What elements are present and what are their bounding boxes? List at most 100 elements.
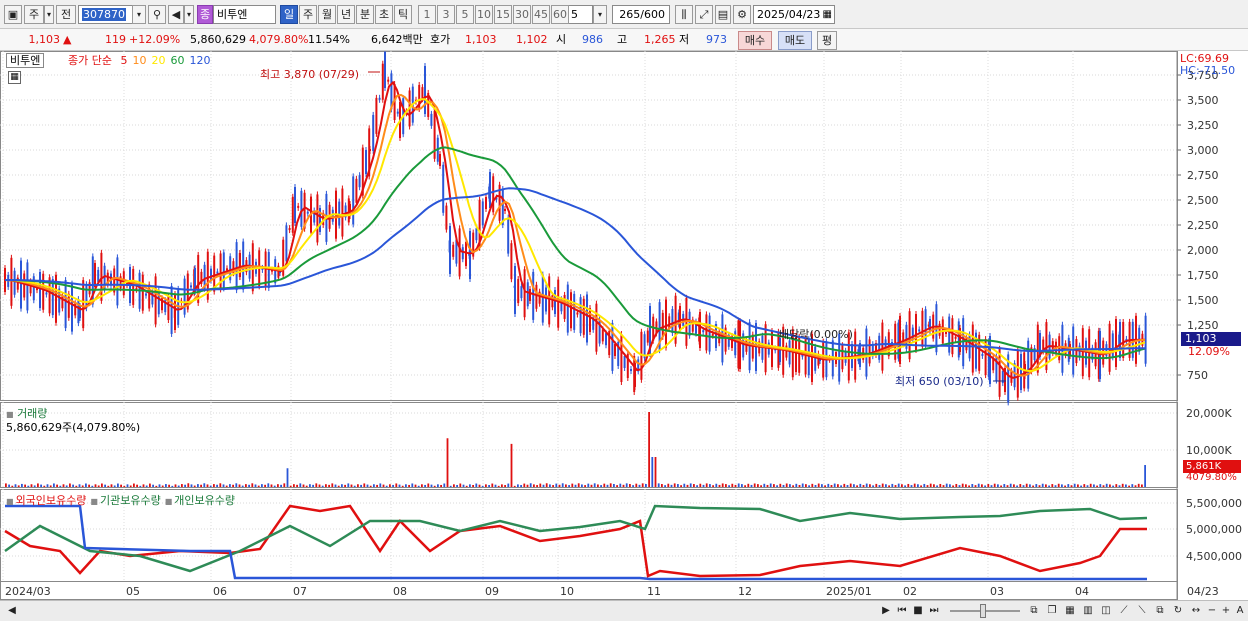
volume-bar	[1128, 485, 1130, 487]
minute-button[interactable]: 15	[494, 5, 512, 24]
rotate-icon[interactable]: ↻	[1170, 603, 1186, 619]
low-annotation: 최저 650 (03/10)	[895, 375, 984, 388]
speaker-dropdown-icon[interactable]: ▾	[184, 5, 194, 24]
search-icon[interactable]: ⚲	[148, 5, 166, 24]
period-dropdown-icon[interactable]: ▾	[44, 5, 54, 24]
trend-alt-icon[interactable]: ⟍	[1134, 603, 1150, 619]
candle-type-icon[interactable]: ⫼	[675, 5, 693, 24]
holding-legend-item[interactable]: 외국인보유수량	[16, 494, 87, 507]
interval-tab[interactable]: 틱	[394, 5, 412, 24]
scroll-right-icon[interactable]: ▶	[878, 603, 894, 619]
save-icon[interactable]: ▤	[715, 5, 731, 24]
volume-bar	[126, 484, 129, 487]
volume-bar	[245, 484, 247, 487]
volume-bar	[581, 484, 583, 487]
ma-legend-item[interactable]: 20	[151, 54, 165, 67]
interval-tab[interactable]: 분	[356, 5, 374, 24]
minute-button[interactable]: 5	[456, 5, 474, 24]
table-view-icon[interactable]: ▦	[8, 71, 21, 84]
ma-legend-item[interactable]: 10	[132, 54, 146, 67]
interval-tab[interactable]: 일	[280, 5, 298, 24]
volume-bar	[846, 485, 849, 487]
minute-select[interactable]: 5	[567, 5, 593, 24]
evaluate-button[interactable]: 평	[817, 31, 837, 50]
minute-button[interactable]: 30	[513, 5, 531, 24]
calendar-icon[interactable]: ▦	[823, 6, 832, 23]
quote-bar: 1,103 ▲ 119 +12.09% 5,860,629 4,079.80% …	[0, 29, 1248, 51]
sell-button[interactable]: 매도	[778, 31, 812, 50]
copy-icon[interactable]: ⧉	[1152, 603, 1168, 619]
interval-tab[interactable]: 주	[299, 5, 317, 24]
volume-bar	[78, 484, 81, 487]
stop-icon[interactable]: ■	[910, 603, 926, 619]
volume-bar	[136, 484, 138, 487]
candle-body	[646, 330, 649, 343]
interval-tab[interactable]: 년	[337, 5, 355, 24]
zoom-slider-handle[interactable]	[980, 604, 986, 618]
date-field[interactable]: 2025/04/23 ▦	[753, 5, 835, 24]
ma-legend[interactable]: 종가 단순 5 10 20 60 120	[68, 54, 210, 67]
volume-bar	[142, 484, 145, 487]
minute-button[interactable]: 1	[418, 5, 436, 24]
font-size-icon[interactable]: A	[1232, 603, 1248, 619]
interval-tab[interactable]: 초	[375, 5, 393, 24]
candle-body	[475, 228, 478, 241]
stock-name-field[interactable]: 비투엔	[213, 5, 276, 24]
holding-legend-item[interactable]: 기관보유수량	[100, 494, 161, 507]
volume-bar	[321, 485, 324, 487]
volume-bar	[219, 483, 222, 487]
x-axis-label: 12	[738, 585, 752, 598]
candle-body	[424, 66, 426, 114]
bar-icon[interactable]: ▥	[1080, 603, 1096, 619]
minute-button[interactable]: 60	[551, 5, 569, 24]
first-page-icon[interactable]: ⏮	[894, 603, 910, 619]
interval-tab[interactable]: 월	[318, 5, 336, 24]
data-count-field[interactable]: 265/600	[612, 5, 670, 24]
stock-chart[interactable]: 3,7503,5003,2503,0002,7502,5002,2502,000…	[0, 49, 1248, 600]
candle-body	[510, 243, 513, 280]
volume-bar	[680, 485, 682, 487]
buy-button[interactable]: 매수	[738, 31, 772, 50]
candle-body	[481, 201, 484, 226]
ma-legend-item[interactable]: 5	[120, 54, 127, 67]
chart-area[interactable]: 3,750 3,500 3,250 3,000 2,750 2,500 2,250 2,000…	[0, 49, 1248, 600]
volume-bar	[1077, 484, 1079, 487]
ma-legend-item[interactable]: 60	[170, 54, 184, 67]
candle-body	[623, 356, 626, 368]
volume-bar	[1093, 484, 1095, 487]
minute-button[interactable]: 3	[437, 5, 455, 24]
speaker-icon[interactable]: ◀	[168, 5, 184, 24]
minute-dropdown-icon[interactable]: ▾	[593, 5, 607, 24]
code-dropdown-icon[interactable]: ▾	[132, 5, 146, 24]
minute-button[interactable]: 10	[475, 5, 493, 24]
candle-body	[918, 329, 921, 332]
volume-bar	[24, 484, 26, 487]
candle-body	[51, 279, 54, 316]
settings-gear-icon[interactable]: ⚙	[733, 5, 751, 24]
volume-bar	[974, 485, 977, 487]
window-menu-icon[interactable]: ▣	[4, 5, 22, 24]
volume-bar	[328, 484, 330, 487]
ma-legend-item[interactable]: 120	[189, 54, 210, 67]
volume-bar	[88, 484, 90, 487]
draw-tool-icon[interactable]: ⤢	[695, 5, 713, 24]
period-week-button[interactable]: 주	[24, 5, 44, 24]
grid-icon[interactable]: ▦	[1062, 603, 1078, 619]
volume-bar	[21, 483, 23, 487]
x-axis-label: 06	[213, 585, 227, 598]
volume-bar	[1061, 484, 1063, 487]
minute-button[interactable]: 45	[532, 5, 550, 24]
layout-icon[interactable]: ⧉	[1026, 603, 1042, 619]
holding-legend-item[interactable]: 개인보유수량	[174, 494, 235, 507]
split-icon[interactable]: ◫	[1098, 603, 1114, 619]
previous-button[interactable]: 전	[56, 5, 76, 24]
measure-icon[interactable]: ↔	[1188, 603, 1204, 619]
volume-bar	[369, 485, 372, 487]
candle-body	[421, 87, 424, 100]
scroll-left-icon[interactable]: ◀	[4, 603, 20, 619]
chart-stock-tag[interactable]: 비투엔	[6, 53, 45, 68]
window-icon[interactable]: ❐	[1044, 603, 1060, 619]
volume-bar	[1035, 484, 1038, 487]
last-page-icon[interactable]: ⏭	[926, 603, 942, 619]
trend-icon[interactable]: ⟋	[1116, 603, 1132, 619]
